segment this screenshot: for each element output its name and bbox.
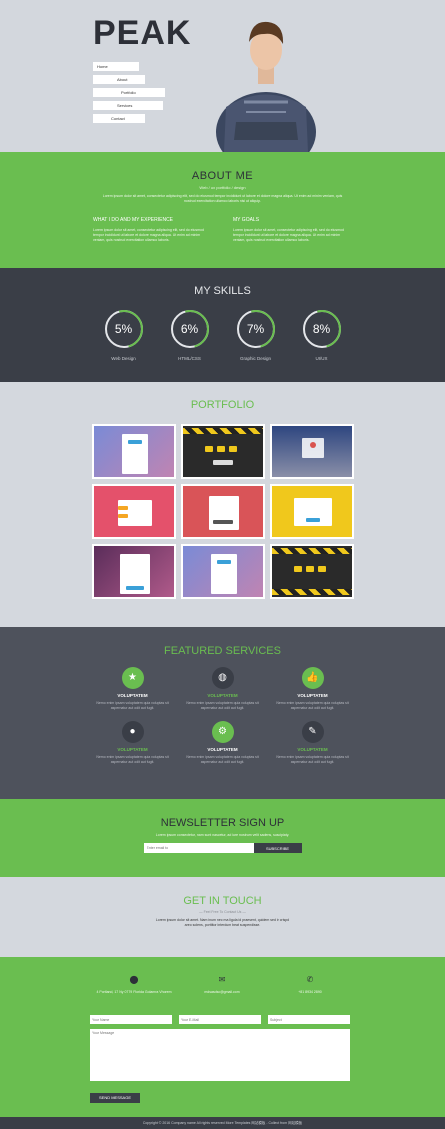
newsletter-section: NEWSLETTER SIGN UP Lorem ipsum consectet… bbox=[0, 799, 445, 877]
portfolio-item[interactable] bbox=[180, 544, 265, 599]
portfolio-title: PORTFOLIO bbox=[190, 399, 255, 411]
skill-label: HTML/CSS bbox=[178, 356, 201, 361]
contact-section: ⬤ 4 Portland, 17 Ny 0779 Florida Golamra… bbox=[0, 957, 445, 1117]
about-col1-title: WHAT I DO AND MY EXPERIENCE bbox=[93, 217, 174, 223]
message-field[interactable] bbox=[90, 1029, 350, 1081]
get-in-touch-section: GET IN TOUCH — Feel Free To Contact Us —… bbox=[0, 877, 445, 957]
about-col-experience: WHAT I DO AND MY EXPERIENCE Lorem ipsum … bbox=[93, 217, 213, 243]
touch-desc: Lorem ipsum dolor sit amet. Nam inum nec… bbox=[155, 918, 290, 927]
portfolio-item[interactable] bbox=[269, 424, 354, 479]
header: PEAK Home About Portfolio Services Conta… bbox=[0, 0, 445, 152]
nav-about[interactable]: About bbox=[93, 75, 145, 84]
service-item: ★ VOLUPTATEM Nemo enim ipsam voluptatem … bbox=[88, 667, 178, 711]
service-text: Nemo enim ipsam voluptatem quia voluptas… bbox=[276, 755, 349, 764]
touch-subtitle: — Feel Free To Contact Us — bbox=[199, 910, 246, 914]
skill-item: 6% HTML/CSS bbox=[170, 310, 209, 361]
service-name: VOLUPTATEM bbox=[117, 693, 148, 698]
thumbs-up-icon: 👍 bbox=[301, 667, 324, 689]
contact-phone: ✆ +81 8934 2890 bbox=[266, 975, 354, 995]
service-text: Nemo enim ipsam voluptatem quia voluptas… bbox=[186, 701, 259, 710]
globe-icon: ◍ bbox=[211, 667, 234, 689]
pencil-icon: ✎ bbox=[301, 721, 324, 743]
service-item: ⚙ VOLUPTATEM Nemo enim ipsam voluptatem … bbox=[178, 721, 268, 765]
contact-address: ⬤ 4 Portland, 17 Ny 0779 Florida Golamra… bbox=[90, 975, 178, 995]
email-text[interactable]: mdsasdsc@gmail.com bbox=[178, 990, 266, 995]
send-message-button[interactable]: SEND MESSAGE bbox=[90, 1092, 140, 1103]
skill-ring: 5% bbox=[104, 310, 143, 348]
about-intro: Lorem ipsum dolor sit amet, consectetur … bbox=[102, 194, 343, 203]
skill-item: 5% Web Design bbox=[104, 310, 143, 361]
star-icon: ★ bbox=[121, 667, 144, 689]
skill-label: Web Design bbox=[111, 356, 136, 361]
about-col1-text: Lorem ipsum dolor sit amet, consectetur … bbox=[93, 228, 204, 242]
skill-ring: 8% bbox=[302, 310, 341, 348]
main-nav: Home About Portfolio Services Contact bbox=[93, 62, 165, 127]
newsletter-desc: Lorem ipsum consectetur, nam sunt nascet… bbox=[155, 833, 290, 837]
portfolio-section: PORTFOLIO bbox=[0, 382, 445, 627]
nav-portfolio[interactable]: Portfolio bbox=[93, 88, 165, 97]
skills-title: MY SKILLS bbox=[194, 285, 251, 297]
service-text: Nemo enim ipsam voluptatem quia voluptas… bbox=[96, 701, 169, 710]
portfolio-item[interactable] bbox=[180, 484, 265, 539]
skill-item: 8% UI/UX bbox=[302, 310, 341, 361]
phone-icon: ✆ bbox=[306, 975, 314, 984]
service-text: Nemo enim ipsam voluptatem quia voluptas… bbox=[96, 755, 169, 764]
skill-ring: 7% bbox=[236, 310, 275, 348]
services-title: FEATURED SERVICES bbox=[164, 645, 281, 657]
subject-field[interactable] bbox=[268, 1015, 350, 1024]
service-item: ● VOLUPTATEM Nemo enim ipsam voluptatem … bbox=[88, 721, 178, 765]
about-col-goals: MY GOALS Lorem ipsum dolor sit amet, con… bbox=[233, 217, 353, 243]
site-logo[interactable]: PEAK bbox=[93, 14, 191, 53]
service-name: VOLUPTATEM bbox=[297, 693, 328, 698]
skill-item: 7% Graphic Design bbox=[236, 310, 275, 361]
nav-services[interactable]: Services bbox=[93, 101, 163, 110]
contact-email: ✉ mdsasdsc@gmail.com bbox=[178, 975, 266, 995]
portfolio-item[interactable] bbox=[91, 544, 176, 599]
about-col2-text: Lorem ipsum dolor sit amet, consectetur … bbox=[233, 228, 344, 242]
portfolio-item[interactable] bbox=[91, 424, 176, 479]
name-field[interactable] bbox=[90, 1015, 172, 1024]
map-pin-icon: ⬤ bbox=[129, 975, 139, 984]
map-pin-icon: ● bbox=[121, 721, 144, 743]
newsletter-email-input[interactable] bbox=[143, 843, 254, 853]
portfolio-item[interactable] bbox=[180, 424, 265, 479]
envelope-icon: ✉ bbox=[218, 975, 226, 984]
nav-home[interactable]: Home bbox=[93, 62, 139, 71]
touch-title: GET IN TOUCH bbox=[183, 895, 262, 907]
service-item: ◍ VOLUPTATEM Nemo enim ipsam voluptatem … bbox=[178, 667, 268, 711]
portfolio-item[interactable] bbox=[91, 484, 176, 539]
nav-contact[interactable]: Contact bbox=[93, 114, 145, 123]
service-item: 👍 VOLUPTATEM Nemo enim ipsam voluptatem … bbox=[268, 667, 358, 711]
phone-text: +81 8934 2890 bbox=[298, 990, 322, 994]
gear-icon: ⚙ bbox=[211, 721, 234, 743]
footer: Copyright © 2016 Company name All rights… bbox=[0, 1117, 445, 1129]
service-item: ✎ VOLUPTATEM Nemo enim ipsam voluptatem … bbox=[268, 721, 358, 765]
email-field[interactable] bbox=[179, 1015, 261, 1024]
portfolio-item[interactable] bbox=[269, 484, 354, 539]
service-text: Nemo enim ipsam voluptatem quia voluptas… bbox=[276, 701, 349, 710]
address-text: 4 Portland, 17 Ny 0779 Florida Golamra V… bbox=[96, 990, 172, 994]
contact-form: SEND MESSAGE bbox=[90, 1015, 350, 1104]
skill-ring: 6% bbox=[170, 310, 209, 348]
portfolio-item[interactable] bbox=[269, 544, 354, 599]
service-name: VOLUPTATEM bbox=[297, 747, 328, 752]
about-title: ABOUT ME bbox=[191, 170, 254, 182]
service-text: Nemo enim ipsam voluptatem quia voluptas… bbox=[186, 755, 259, 764]
profile-photo bbox=[216, 21, 316, 152]
subscribe-button[interactable]: SUBSCRIBE bbox=[253, 843, 302, 853]
about-section: ABOUT ME Web / ux portfolio / design Lor… bbox=[0, 152, 445, 268]
service-name: VOLUPTATEM bbox=[117, 747, 148, 752]
newsletter-title: NEWSLETTER SIGN UP bbox=[160, 817, 285, 829]
service-name: VOLUPTATEM bbox=[207, 747, 238, 752]
about-subtitle: Web / ux portfolio / design bbox=[199, 185, 246, 190]
about-col2-title: MY GOALS bbox=[233, 217, 260, 223]
skill-label: Graphic Design bbox=[239, 356, 271, 361]
service-name: VOLUPTATEM bbox=[207, 693, 238, 698]
skills-section: MY SKILLS 5% Web Design 6% HTML/CSS 7% G… bbox=[0, 268, 445, 382]
services-section: FEATURED SERVICES ★ VOLUPTATEM Nemo enim… bbox=[0, 627, 445, 799]
skill-label: UI/UX bbox=[315, 356, 328, 361]
